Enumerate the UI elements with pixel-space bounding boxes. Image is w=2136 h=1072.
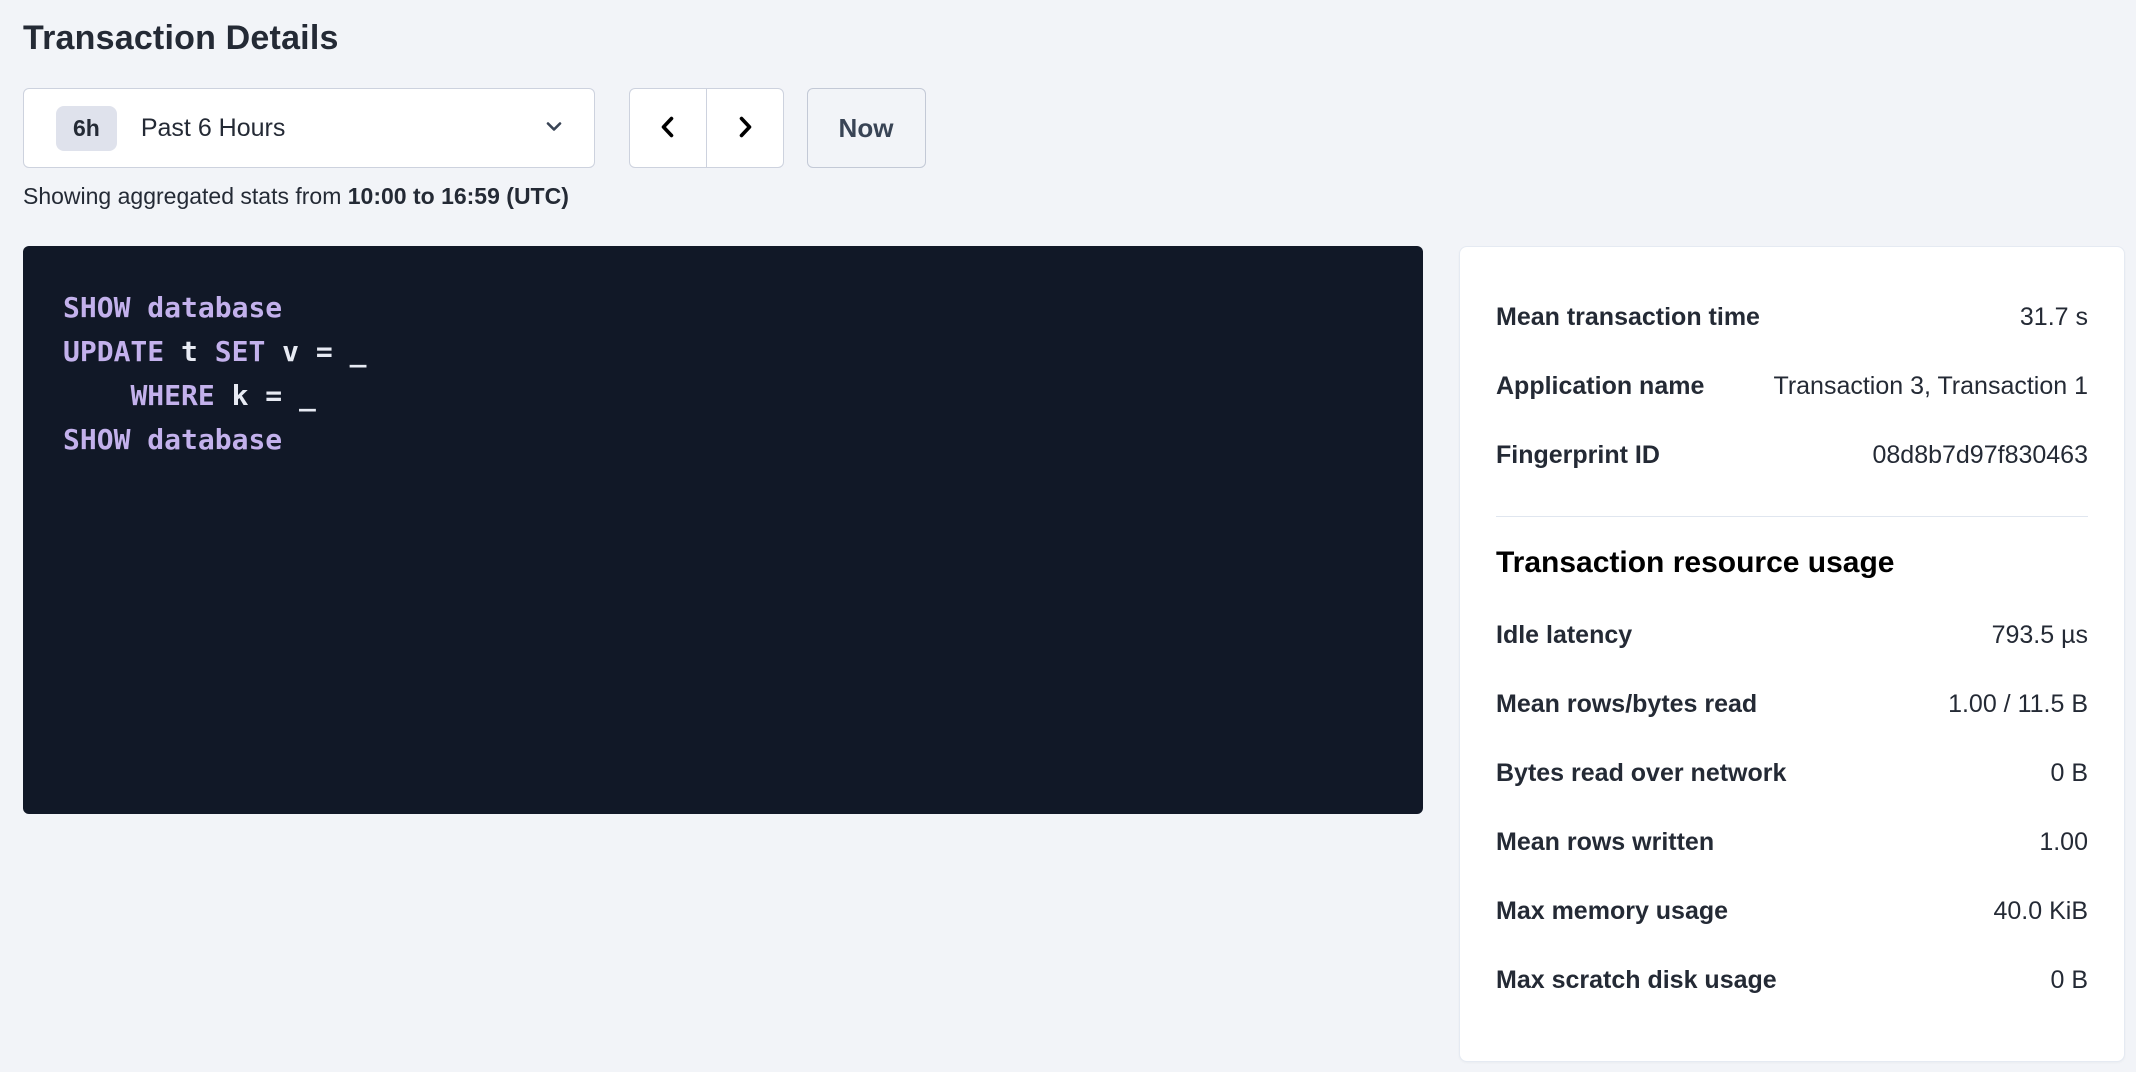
transaction-details-card: Mean transaction time 31.7 s Application n… (1459, 246, 2125, 1062)
sql-code-line: SHOW database (63, 286, 1383, 330)
detail-row-value: Transaction 3, Transaction 1 (1773, 372, 2088, 401)
sql-keyword: SHOW (63, 423, 130, 456)
transaction-details-page: Transaction Details 6h Past 6 Hours (0, 0, 2136, 1062)
detail-row-label: Max scratch disk usage (1496, 966, 1797, 995)
detail-row: Mean transaction time 31.7 s (1496, 283, 2088, 352)
chevron-left-icon (654, 113, 682, 144)
sql-code-line: WHERE k = _ (63, 374, 1383, 418)
sql-keyword: database (147, 423, 282, 456)
detail-row: Max memory usage 40.0 KiB (1496, 877, 2088, 946)
detail-row-label: Mean rows written (1496, 828, 1734, 857)
sql-code-line: SHOW database (63, 418, 1383, 462)
prev-time-button[interactable] (629, 88, 707, 168)
page-title: Transaction Details (23, 18, 2136, 59)
chevron-right-icon (731, 113, 759, 144)
detail-row: Fingerprint ID 08d8b7d97f830463 (1496, 421, 2088, 490)
resource-usage-heading: Transaction resource usage (1496, 543, 2088, 583)
detail-row-value: 0 B (2050, 966, 2088, 995)
time-range-dropdown[interactable]: 6h Past 6 Hours (23, 88, 595, 168)
summary-rows: Mean transaction time 31.7 s Application n… (1496, 283, 2088, 490)
sql-text: v = _ (265, 335, 366, 368)
resource-rows: Idle latency 793.5 µs Mean rows/bytes read… (1496, 601, 2088, 1015)
detail-row-value: 793.5 µs (1992, 621, 2088, 650)
time-controls: 6h Past 6 Hours (23, 88, 2136, 168)
detail-row-value: 08d8b7d97f830463 (1872, 441, 2088, 470)
main-content: SHOW databaseUPDATE t SET v = _ WHERE k … (23, 246, 2136, 1062)
sql-keyword: UPDATE (63, 335, 164, 368)
detail-row-label: Bytes read over network (1496, 759, 1806, 788)
time-range-badge: 6h (56, 106, 117, 151)
detail-row: Idle latency 793.5 µs (1496, 601, 2088, 670)
detail-row-value: 0 B (2050, 759, 2088, 788)
detail-row-value: 1.00 / 11.5 B (1948, 690, 2088, 719)
sql-code: SHOW databaseUPDATE t SET v = _ WHERE k … (63, 286, 1383, 462)
detail-row: Application name Transaction 3, Transacti… (1496, 352, 2088, 421)
chevron-down-icon (542, 114, 566, 143)
detail-row: Mean rows written 1.00 (1496, 808, 2088, 877)
sql-text (130, 423, 147, 456)
aggregated-stats-line: Showing aggregated stats from 10:00 to 1… (23, 182, 2136, 210)
card-divider (1496, 516, 2088, 517)
detail-row-value: 1.00 (2039, 828, 2088, 857)
next-time-button[interactable] (706, 88, 784, 168)
time-step-buttons (629, 88, 784, 168)
stats-range: 10:00 to 16:59 (UTC) (348, 183, 569, 209)
detail-row: Mean rows/bytes read 1.00 / 11.5 B (1496, 670, 2088, 739)
detail-row-label: Mean rows/bytes read (1496, 690, 1777, 719)
detail-row: Bytes read over network 0 B (1496, 739, 2088, 808)
sql-text (130, 291, 147, 324)
detail-row-value: 31.7 s (2020, 303, 2088, 332)
detail-row-label: Max memory usage (1496, 897, 1748, 926)
now-button[interactable]: Now (807, 88, 926, 168)
sql-text: k = _ (215, 379, 316, 412)
sql-text (63, 379, 130, 412)
detail-row-value: 40.0 KiB (1993, 897, 2088, 926)
sql-keyword: SHOW (63, 291, 130, 324)
sql-keyword: database (147, 291, 282, 324)
detail-row-label: Mean transaction time (1496, 303, 1780, 332)
detail-row-label: Fingerprint ID (1496, 441, 1680, 470)
detail-row-label: Idle latency (1496, 621, 1652, 650)
detail-row-label: Application name (1496, 372, 1724, 401)
sql-text: t (164, 335, 215, 368)
stats-prefix: Showing aggregated stats from (23, 183, 348, 209)
detail-row: Max scratch disk usage 0 B (1496, 946, 2088, 1015)
sql-keyword: WHERE (130, 379, 214, 412)
time-range-label: Past 6 Hours (141, 114, 542, 143)
sql-statements-block: SHOW databaseUPDATE t SET v = _ WHERE k … (23, 246, 1423, 814)
sql-code-line: UPDATE t SET v = _ (63, 330, 1383, 374)
sql-keyword: SET (215, 335, 266, 368)
